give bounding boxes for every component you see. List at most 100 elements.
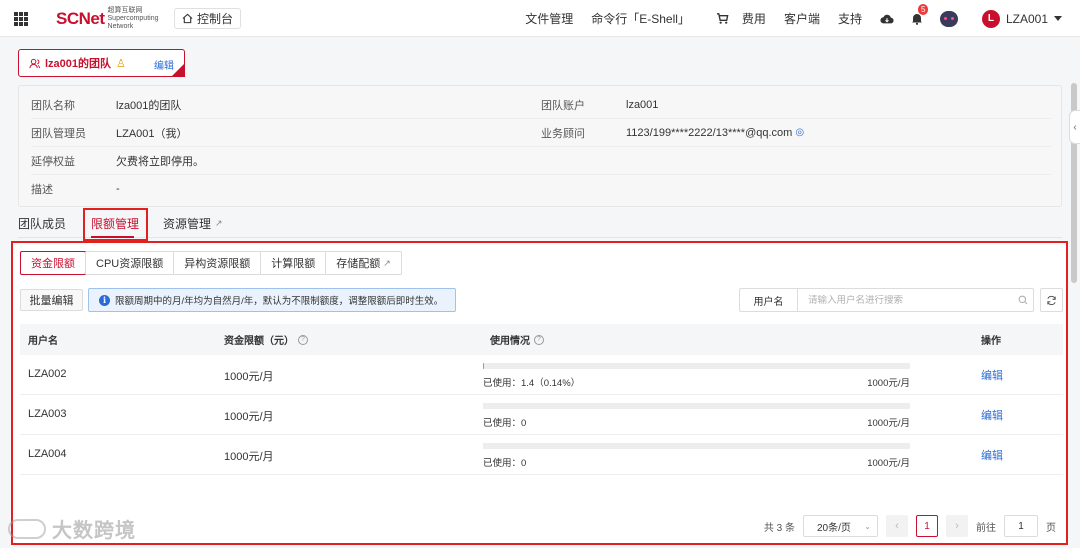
usage-progress-bar [483, 443, 910, 449]
page-size-value: 20条/页 [817, 522, 851, 534]
advisor-label: 业务顾问 [541, 127, 585, 140]
usage-used-text: 已使用：0 [483, 458, 527, 469]
owner-icon: ♙ [116, 57, 126, 70]
total-count: 共 3 条 [763, 522, 795, 534]
col-username-label: 用户名 [28, 336, 58, 347]
row-username: LZA004 [28, 448, 67, 460]
admin-value: LZA001（我） [116, 127, 188, 140]
row-edit-link[interactable]: 编辑 [981, 407, 1003, 423]
row-username: LZA003 [28, 408, 67, 420]
col-actions: 操作 [981, 332, 1001, 347]
col-usage-label: 使用情况 [490, 336, 530, 347]
notification-badge: 5 [917, 3, 929, 15]
subtab-fund-limit-label: 资金限额 [31, 258, 75, 270]
tab-resources-label: 资源管理 [163, 217, 212, 231]
usage-cell: 已使用：0 1000元/月 [483, 403, 910, 429]
tab-resources[interactable]: 资源管理 ↗ [163, 215, 223, 232]
subtab-hetero-limit[interactable]: 异构资源限额 [173, 252, 260, 274]
team-account-value: lza001 [626, 99, 658, 111]
chevron-down-icon: ⌄ [864, 521, 871, 531]
nav-eshell[interactable]: 命令行「E-Shell」 [591, 10, 690, 27]
logo[interactable]: SCNet 超算互联网 Supercomputing Network [56, 7, 159, 30]
col-fund-limit: 资金限额（元）? [224, 332, 308, 347]
pagination: 共 3 条 20条/页 ⌄ ‹ 1 › 前往 1 页 [764, 514, 1056, 538]
search-field-select[interactable]: 用户名 [740, 289, 798, 311]
subtab-hetero-limit-label: 异构资源限额 [184, 258, 251, 270]
logo-text: SCNet [56, 9, 105, 28]
collapse-handle[interactable]: ‹ [1069, 110, 1080, 144]
subtab-cpu-limit[interactable]: CPU资源限额 [85, 252, 173, 274]
search-box: 用户名 [739, 288, 1034, 312]
tab-members[interactable]: 团队成员 [18, 215, 66, 232]
col-fund-limit-label: 资金限额（元） [224, 336, 294, 347]
row-fund-limit: 1000元/月 [224, 451, 274, 463]
apps-grid-icon[interactable] [14, 12, 28, 26]
user-name[interactable]: LZA001 [1006, 12, 1048, 26]
help-icon[interactable]: ? [298, 334, 308, 345]
goto-label: 前往 [976, 522, 996, 534]
table-row: LZA003 1000元/月 已使用：0 1000元/月 编辑 [20, 395, 1063, 435]
external-link-icon: ↗ [383, 257, 391, 268]
team-selector[interactable]: lza001的团队 ♙ 编辑 [18, 49, 185, 77]
usage-cap-text: 1000元/月 [867, 458, 910, 469]
usage-cell: 已使用：1.4（0.14%） 1000元/月 [483, 363, 910, 389]
usage-cell: 已使用：0 1000元/月 [483, 443, 910, 469]
view-icon[interactable]: ◎ [795, 127, 804, 138]
top-nav: 文件管理 命令行「E-Shell」 费用 客户端 支持 5 L LZA001 [525, 0, 1080, 37]
nav-client[interactable]: 客户端 [784, 10, 820, 27]
advisor-value: 1123/199****2222/13****@qq.com ◎ [626, 127, 804, 139]
subtab-compute-limit[interactable]: 计算限额 [260, 252, 325, 274]
bell-icon[interactable]: 5 [910, 3, 929, 26]
search-icon[interactable] [1013, 295, 1033, 305]
watermark-text: 大数跨境 [52, 520, 136, 542]
cloud-download-icon[interactable] [880, 12, 894, 26]
usage-cap-text: 1000元/月 [867, 378, 910, 389]
cart-icon[interactable] [716, 12, 730, 26]
team-account-label: 团队账户 [541, 99, 585, 112]
row-username: LZA002 [28, 368, 67, 380]
logo-subtitle: 超算互联网 Supercomputing Network [107, 7, 159, 30]
home-icon [182, 13, 193, 24]
team-icon [29, 58, 40, 68]
subtab-cpu-limit-label: CPU资源限额 [96, 258, 164, 270]
info-notice: i 限额周期中的月/年均为自然月/年，默认为不限制额度，调整限额后即时生效。 [88, 288, 456, 312]
refresh-icon [1047, 295, 1056, 305]
highlight-box-tab [83, 208, 148, 241]
top-bar: SCNet 超算互联网 Supercomputing Network 控制台 文… [0, 0, 1080, 37]
next-page-button[interactable]: › [946, 515, 968, 537]
page-suffix: 页 [1046, 522, 1056, 534]
assistant-robot-icon[interactable] [939, 10, 958, 27]
watermark: 大数跨境 [8, 514, 136, 543]
refresh-button[interactable] [1040, 288, 1063, 312]
prev-page-button[interactable]: ‹ [886, 515, 908, 537]
goto-page-input[interactable]: 1 [1004, 515, 1038, 537]
desc-label: 描述 [31, 184, 53, 196]
page-number-current[interactable]: 1 [916, 515, 938, 537]
console-button[interactable]: 控制台 [174, 8, 242, 29]
tab-members-label: 团队成员 [18, 217, 67, 231]
table-row: LZA004 1000元/月 已使用：0 1000元/月 编辑 [20, 435, 1063, 475]
batch-edit-button[interactable]: 批量编辑 [20, 289, 83, 311]
search-input[interactable] [798, 294, 1013, 306]
row-edit-link[interactable]: 编辑 [981, 367, 1003, 383]
quota-table: 用户名 资金限额（元）? 使用情况? 操作 LZA002 1000元/月 已使用… [20, 324, 1063, 475]
nav-file-manager[interactable]: 文件管理 [525, 10, 573, 27]
nav-billing[interactable]: 费用 [742, 10, 766, 27]
subtab-compute-limit-label: 计算限额 [271, 258, 316, 270]
nav-support[interactable]: 支持 [838, 10, 862, 27]
subtab-fund-limit[interactable]: 资金限额 [20, 251, 86, 275]
row-edit-link[interactable]: 编辑 [981, 447, 1003, 463]
page-size-select[interactable]: 20条/页 ⌄ [803, 515, 878, 537]
avatar[interactable]: L [981, 9, 1000, 28]
team-name: lza001的团队 [45, 58, 112, 70]
team-account-text: lza001 [626, 98, 659, 111]
usage-progress-bar [483, 403, 910, 409]
info-icon: i [99, 294, 110, 306]
help-icon[interactable]: ? [534, 334, 544, 345]
subtab-storage-quota[interactable]: 存储配额 ↗ [325, 252, 401, 274]
selected-corner-icon [171, 63, 185, 77]
usage-progress-fill [483, 363, 485, 369]
col-username: 用户名 [28, 332, 58, 347]
chevron-down-icon[interactable] [1054, 16, 1062, 21]
team-name-value: lza001的团队 [116, 99, 182, 112]
